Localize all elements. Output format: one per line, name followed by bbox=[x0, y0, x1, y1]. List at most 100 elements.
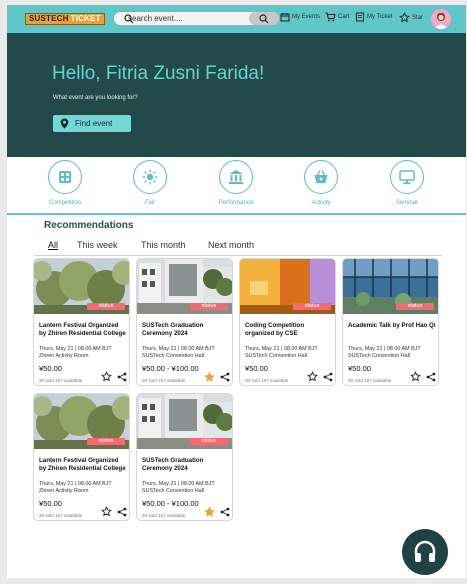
category-competition[interactable]: Competition bbox=[35, 160, 95, 206]
star-icon bbox=[399, 12, 410, 23]
event-availability: 20 sold 167 available bbox=[39, 513, 83, 518]
event-card[interactable]: status SUSTech Graduation Ceremony 2024 … bbox=[136, 258, 233, 386]
nav-my-events[interactable]: My Events bbox=[280, 12, 320, 22]
star-icon[interactable] bbox=[307, 371, 318, 382]
status-badge: status bbox=[190, 303, 228, 310]
event-title: Lantern Festival Organized by Zhiren Res… bbox=[39, 322, 126, 337]
category-label: Seminar bbox=[395, 200, 419, 206]
tab-next-month[interactable]: Next month bbox=[208, 240, 254, 250]
status-badge: status bbox=[396, 303, 434, 310]
category-label: Activity bbox=[311, 200, 331, 206]
event-card[interactable]: status Lantern Festival Organized by Zhi… bbox=[33, 393, 130, 521]
nav-label: My Events bbox=[292, 14, 321, 20]
nav-my-ticket[interactable]: My Ticket bbox=[355, 12, 392, 22]
share-icon[interactable] bbox=[219, 371, 230, 382]
event-title: Academic Talk by Prof Hao Qi bbox=[348, 322, 436, 329]
search-input[interactable] bbox=[128, 14, 238, 23]
event-venue: Zhiren Activity Room bbox=[39, 488, 89, 494]
logo-text-ticket: TICKET bbox=[70, 14, 101, 23]
event-price: ¥50.00 bbox=[39, 364, 62, 373]
category-activity[interactable]: Activity bbox=[291, 160, 351, 206]
monitor-icon bbox=[399, 170, 415, 184]
event-price: ¥50.00 - ¥100.00 bbox=[142, 364, 199, 373]
search-button[interactable] bbox=[249, 12, 279, 25]
event-venue: SUSTech Convention Hall bbox=[245, 353, 308, 359]
status-badge: status bbox=[87, 438, 125, 445]
star-icon[interactable] bbox=[101, 506, 112, 517]
event-card[interactable]: status Lantern Festival Organized by Zhi… bbox=[33, 258, 130, 386]
tab-this-month[interactable]: This month bbox=[141, 240, 186, 250]
event-date: Thurs, May 21 | 08.00 AM BJT bbox=[245, 346, 318, 352]
event-title: Lantern Festival Organized by Zhiren Res… bbox=[39, 457, 126, 472]
event-title: Coding Competition organized by CSE bbox=[245, 322, 305, 337]
recommendations-heading: Recommendations bbox=[44, 220, 134, 231]
nav-cart[interactable]: Cart bbox=[325, 12, 349, 22]
star-icon[interactable] bbox=[410, 371, 421, 382]
hero-banner: Hello, Fitria Zusni Farida! What event a… bbox=[7, 33, 466, 157]
event-venue: SUSTech Convention Hall bbox=[142, 353, 205, 359]
ticket-icon bbox=[356, 12, 364, 22]
category-divider bbox=[7, 213, 466, 215]
event-date: Thurs, May 21 | 08.00 AM BJT bbox=[142, 346, 215, 352]
star-icon[interactable] bbox=[101, 371, 112, 382]
event-availability: 20 sold 167 available bbox=[348, 378, 392, 383]
category-seminar[interactable]: Seminar bbox=[377, 160, 437, 206]
find-event-button[interactable]: Find event bbox=[53, 115, 131, 132]
greeting-heading: Hello, Fitria Zusni Farida! bbox=[52, 63, 265, 84]
nav-star[interactable]: Star bbox=[399, 12, 423, 23]
event-date: Thurs, May 21 | 08.00 AM BJT bbox=[39, 481, 112, 487]
nav-label: Cart bbox=[338, 14, 350, 20]
tabs-divider bbox=[34, 255, 442, 256]
hero-subtitle: What event are you looking for? bbox=[53, 95, 138, 101]
share-icon[interactable] bbox=[116, 371, 127, 382]
star-icon[interactable] bbox=[204, 506, 215, 517]
top-navbar: SUSTECH TICKET My Events Cart My Ticket bbox=[7, 5, 466, 33]
event-card[interactable]: status Academic Talk by Prof Hao Qi Thur… bbox=[342, 258, 439, 386]
museum-icon bbox=[229, 170, 243, 184]
event-card[interactable]: status SUSTech Graduation Ceremony 2024 … bbox=[136, 393, 233, 521]
event-card[interactable]: status Coding Competition organized by C… bbox=[239, 258, 336, 386]
category-fair[interactable]: Fair bbox=[120, 160, 180, 206]
event-venue: SUSTech Convention Hall bbox=[348, 353, 411, 359]
event-date: Thurs, May 21 | 08.00 AM BJT bbox=[348, 346, 421, 352]
share-icon[interactable] bbox=[116, 506, 127, 517]
category-label: Performance bbox=[218, 200, 254, 206]
event-price: ¥50.00 bbox=[348, 364, 371, 373]
avatar[interactable] bbox=[431, 9, 451, 29]
search-bar bbox=[114, 12, 279, 25]
event-availability: 20 sold 167 available bbox=[142, 378, 186, 383]
headset-icon bbox=[414, 540, 436, 562]
event-availability: 20 sold 167 available bbox=[142, 513, 186, 518]
tab-all[interactable]: All bbox=[48, 240, 58, 250]
sun-icon bbox=[142, 169, 158, 185]
logo[interactable]: SUSTECH TICKET bbox=[25, 13, 105, 25]
status-badge: status bbox=[293, 303, 331, 310]
calculator-icon bbox=[59, 171, 71, 183]
share-icon[interactable] bbox=[219, 506, 230, 517]
cart-icon bbox=[325, 12, 336, 22]
find-event-label: Find event bbox=[75, 119, 113, 128]
event-venue: Zhiren Activity Room bbox=[39, 353, 89, 359]
event-title: SUSTech Graduation Ceremony 2024 bbox=[142, 457, 204, 472]
category-performance[interactable]: Performance bbox=[206, 160, 266, 206]
nav-label: Star bbox=[412, 14, 424, 21]
event-availability: 20 sold 167 available bbox=[39, 378, 83, 383]
event-date: Thurs, May 21 | 08.00 AM BJT bbox=[39, 346, 112, 352]
search-icon bbox=[120, 12, 138, 25]
status-badge: status bbox=[87, 303, 125, 310]
event-price: ¥50.00 bbox=[39, 499, 62, 508]
category-label: Fair bbox=[144, 200, 156, 206]
calendar-icon bbox=[280, 13, 290, 22]
category-row: Competition Fair Performance Activity Se… bbox=[7, 160, 466, 214]
location-pin-icon bbox=[60, 118, 69, 129]
basket-icon bbox=[314, 170, 328, 183]
nav-label: My Ticket bbox=[367, 14, 393, 20]
event-price: ¥50.00 - ¥100.00 bbox=[142, 499, 199, 508]
share-icon[interactable] bbox=[322, 371, 333, 382]
event-date: Thurs, May 21 | 08.00 AM BJT bbox=[142, 481, 215, 487]
star-icon[interactable] bbox=[204, 371, 215, 382]
share-icon[interactable] bbox=[425, 371, 436, 382]
tab-this-week[interactable]: This week bbox=[77, 240, 118, 250]
search-icon bbox=[259, 13, 269, 23]
support-button[interactable] bbox=[402, 529, 448, 575]
